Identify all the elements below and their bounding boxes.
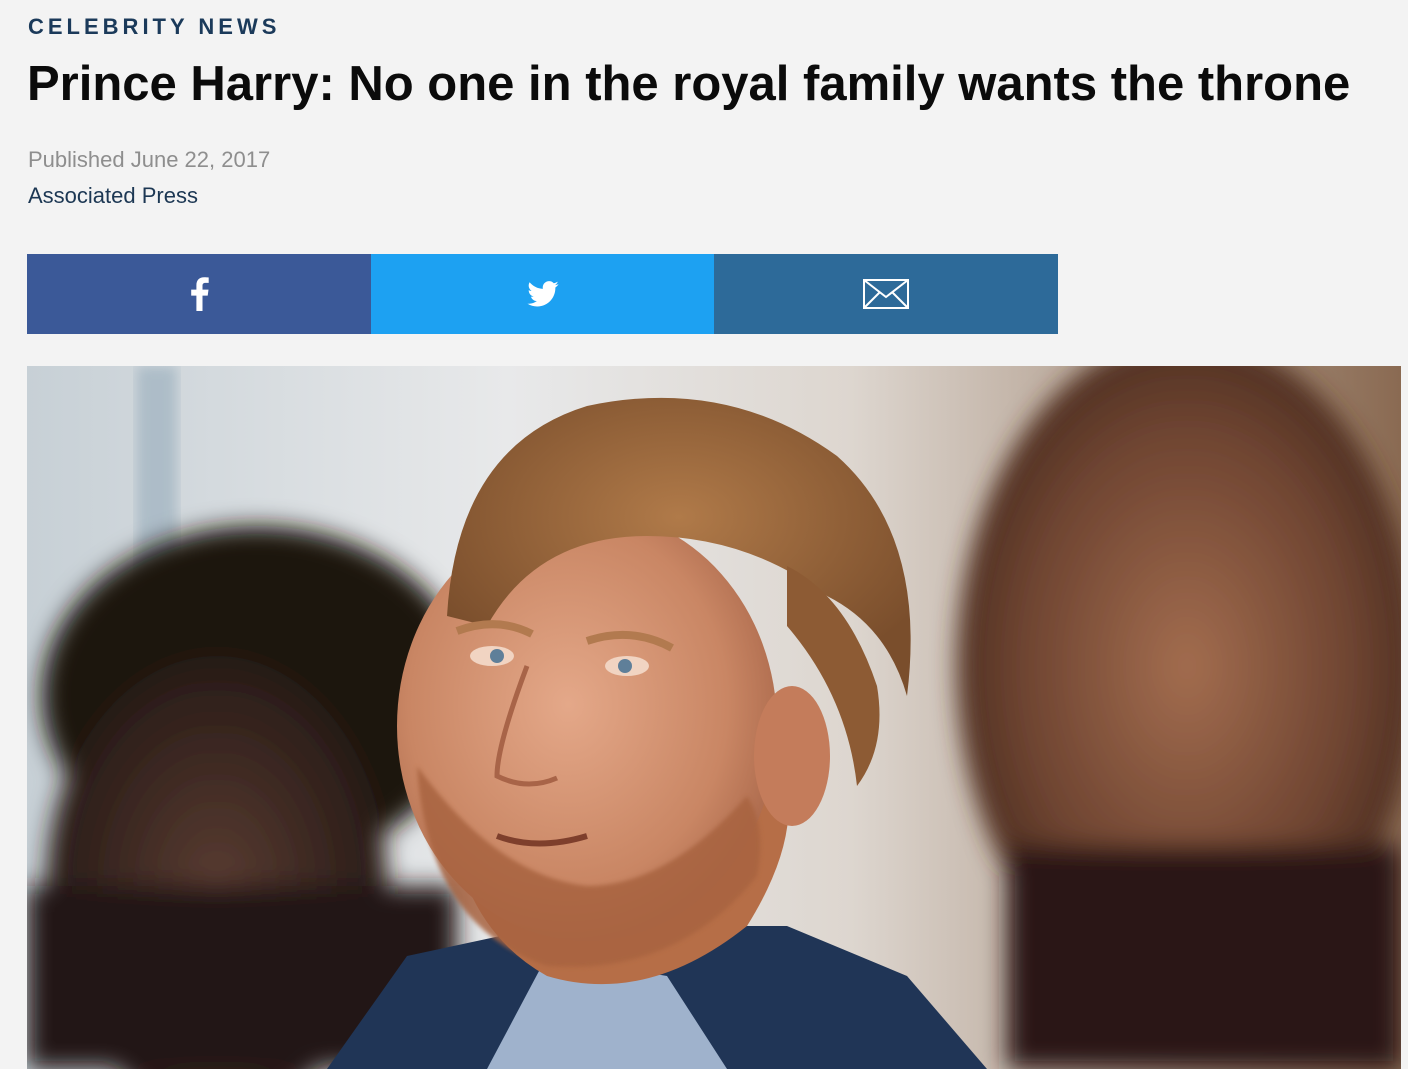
email-icon: [863, 279, 910, 309]
twitter-icon: [526, 281, 559, 307]
facebook-icon: [191, 277, 209, 311]
email-share-button[interactable]: [714, 254, 1059, 334]
facebook-share-button[interactable]: [27, 254, 371, 334]
article-headline: Prince Harry: No one in the royal family…: [27, 57, 1351, 111]
share-bar: [27, 254, 1059, 334]
publish-date: Published June 22, 2017: [28, 147, 271, 172]
category-label[interactable]: CELEBRITY NEWS: [28, 14, 280, 40]
photo-prince-harry: [27, 366, 1401, 1069]
hero-photo: [27, 366, 1401, 1069]
twitter-share-button[interactable]: [370, 254, 715, 334]
author-byline[interactable]: Associated Press: [28, 183, 198, 209]
